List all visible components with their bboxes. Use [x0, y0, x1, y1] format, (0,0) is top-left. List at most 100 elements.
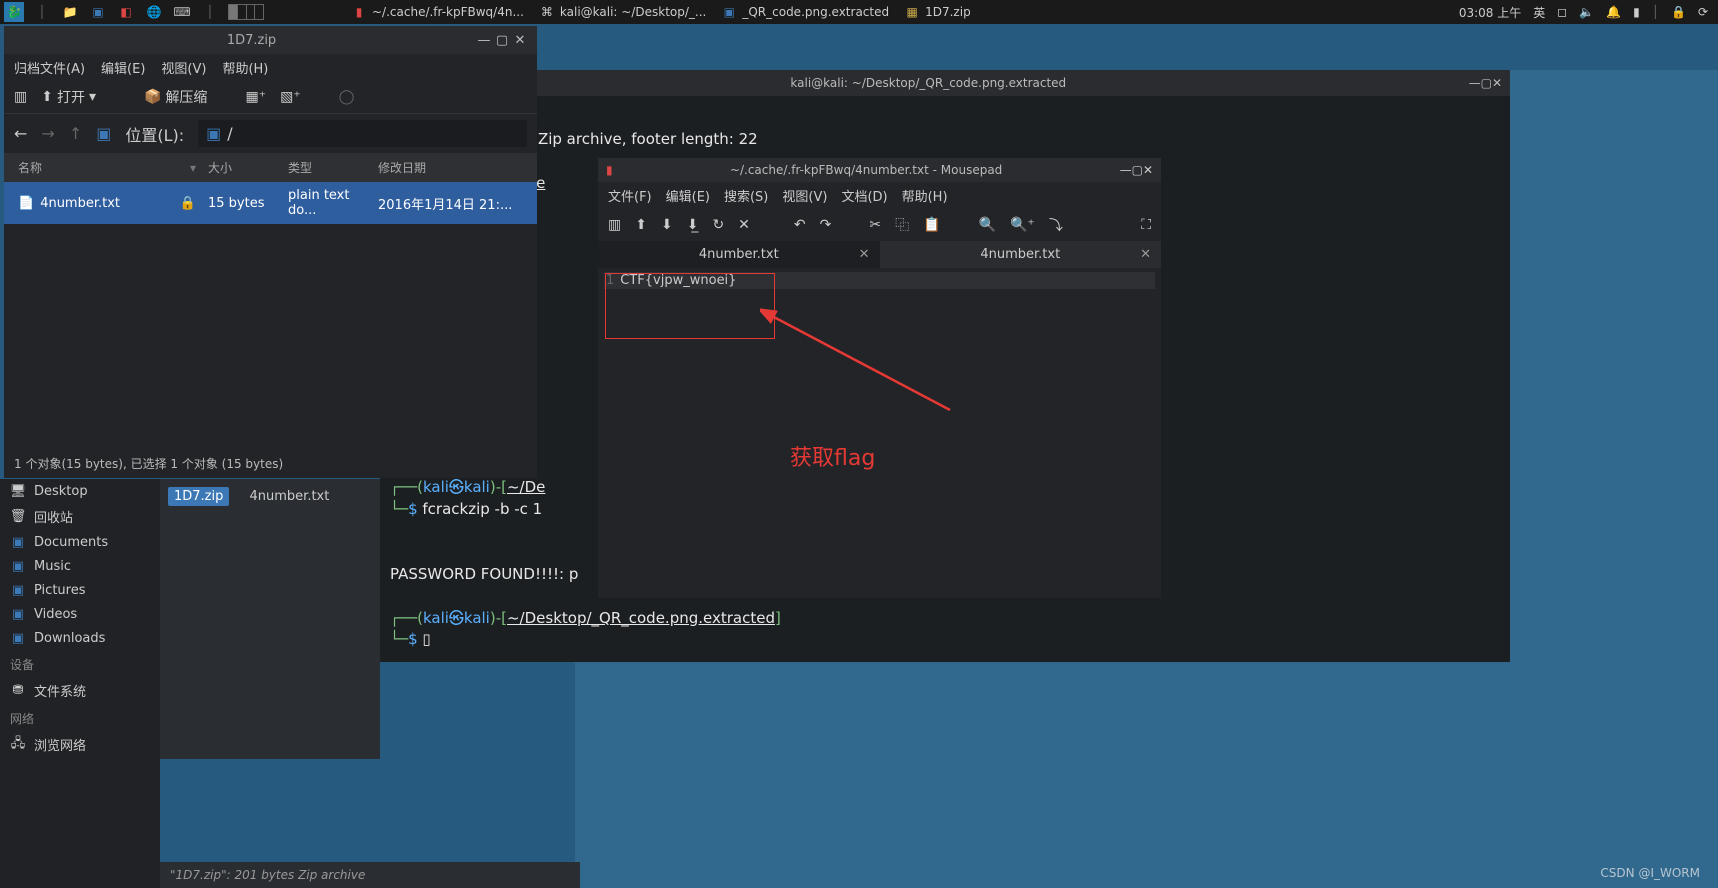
save-button[interactable]: ⬇ [661, 217, 673, 233]
terminal-help-menu[interactable]: 帮助 [380, 96, 1510, 123]
close-button[interactable]: ✕ [1143, 163, 1153, 177]
minimize-button[interactable]: — [475, 33, 493, 48]
tray-square-icon[interactable]: ◻ [1557, 5, 1567, 19]
sidebar-item-browse-network[interactable]: 🖧浏览网络 [0, 731, 160, 758]
menu-file[interactable]: 文件(F) [608, 186, 652, 205]
reload-button[interactable]: ↻ [712, 217, 724, 233]
folder-icon: ▣ [10, 582, 26, 598]
archive-mini-icon: ▦ [905, 5, 919, 19]
close-button[interactable]: ✕ [1492, 76, 1502, 90]
tab-4number-active[interactable]: 4number.txt✕ [598, 241, 880, 268]
col-size-header[interactable]: 大小 [202, 157, 282, 178]
up-button[interactable]: ↑ [69, 124, 82, 143]
home-button[interactable]: ▣ [96, 124, 111, 143]
sidebar-item-trash[interactable]: 🗑回收站 [0, 503, 160, 530]
col-name-header[interactable]: 名称▾ [12, 157, 202, 178]
maximize-button[interactable]: ▢ [493, 33, 511, 48]
task-archive[interactable]: ▦ 1D7.zip [897, 3, 979, 21]
undo-button[interactable]: ↶ [794, 217, 806, 233]
tray-lock-icon[interactable]: 🔒 [1671, 5, 1686, 19]
minimize-button[interactable]: — [1120, 163, 1132, 177]
location-input[interactable]: ▣/ [198, 120, 527, 147]
menu-archive[interactable]: 归档文件(A) [14, 58, 85, 77]
menu-view[interactable]: 视图(V) [782, 186, 827, 205]
disk-icon: ⛃ [10, 683, 26, 699]
sidebar-item-pictures[interactable]: ▣Pictures [0, 578, 160, 602]
new-file-button[interactable]: ▥ [608, 217, 621, 233]
mousepad-title: ~/.cache/.fr-kpFBwq/4number.txt - Mousep… [613, 163, 1120, 177]
close-button[interactable]: ✕ [511, 33, 529, 48]
new-archive-button[interactable]: ▥ [14, 89, 27, 105]
archive-row[interactable]: 📄4number.txt🔒 15 bytes plain text do... … [4, 182, 537, 224]
mousepad-editor[interactable]: 1CTF{vjpw_wnoei} [598, 268, 1161, 598]
filemanager-content[interactable]: 1D7.zip 4number.txt [160, 479, 380, 759]
browser-icon[interactable]: 🌐 [144, 2, 164, 22]
folder-icon[interactable]: ▣ [88, 2, 108, 22]
archive-columns: 名称▾ 大小 类型 修改日期 [4, 153, 537, 182]
terminal-titlebar[interactable]: kali@kali: ~/Desktop/_QR_code.png.extrac… [380, 70, 1510, 96]
folder-icon: ▣ [10, 534, 26, 550]
tab-close-icon[interactable]: ✕ [859, 247, 870, 262]
forward-button[interactable]: → [41, 124, 54, 143]
sidebar-item-documents[interactable]: ▣Documents [0, 530, 160, 554]
save-as-button[interactable]: ⬇̲ [687, 217, 699, 233]
tray-bell-icon[interactable]: 🔔 [1606, 5, 1621, 19]
col-type-header[interactable]: 类型 [282, 157, 372, 178]
archive-statusbar: 1 个对象(15 bytes), 已选择 1 个对象 (15 bytes) [4, 449, 537, 478]
paste-button[interactable]: 📋 [923, 217, 940, 233]
lock-icon: 🔒 [180, 196, 196, 211]
sidebar-item-desktop[interactable]: 🖥Desktop [0, 479, 160, 503]
tab-close-icon[interactable]: ✕ [1140, 247, 1151, 262]
sidebar-item-music[interactable]: ▣Music [0, 554, 160, 578]
sidebar-item-downloads[interactable]: ▣Downloads [0, 626, 160, 650]
task-folder[interactable]: ▣ _QR_code.png.extracted [714, 3, 897, 21]
goto-button[interactable]: ⤵ [1049, 215, 1063, 235]
find-button[interactable]: 🔍 [979, 217, 996, 233]
maximize-button[interactable]: ▢ [1481, 76, 1492, 90]
add-files-button[interactable]: ▦⁺ [245, 89, 266, 105]
menu-search[interactable]: 搜索(S) [724, 186, 768, 205]
sidebar-item-videos[interactable]: ▣Videos [0, 602, 160, 626]
archive-titlebar[interactable]: 1D7.zip — ▢ ✕ [4, 26, 537, 54]
terminal-icon[interactable]: ⌨ [172, 2, 192, 22]
kali-menu-icon[interactable]: 🐉 [4, 2, 24, 22]
tray-volume-icon[interactable]: 🔈 [1579, 5, 1594, 19]
mousepad-titlebar[interactable]: ▮ ~/.cache/.fr-kpFBwq/4number.txt - Mous… [598, 158, 1161, 182]
fullscreen-button[interactable]: ⛶ [1141, 217, 1151, 233]
close-file-button[interactable]: ✕ [738, 217, 750, 233]
maximize-button[interactable]: ▢ [1132, 163, 1143, 177]
menu-help[interactable]: 帮助(H) [902, 186, 948, 205]
menu-edit[interactable]: 编辑(E) [101, 58, 145, 77]
menu-help[interactable]: 帮助(H) [222, 58, 268, 77]
replace-button[interactable]: 🔍⁺ [1010, 217, 1035, 233]
editor-line-content: CTF{vjpw_wnoei} [620, 273, 736, 288]
mousepad-appicon: ▮ [606, 163, 613, 177]
menu-view[interactable]: 视图(V) [161, 58, 206, 77]
minimize-button[interactable]: — [1469, 76, 1481, 90]
files-icon[interactable]: 📁 [60, 2, 80, 22]
open-file-button[interactable]: ⬆ [635, 217, 647, 233]
archive-body-empty[interactable] [4, 224, 537, 449]
menu-document[interactable]: 文档(D) [841, 186, 887, 205]
task-terminal[interactable]: ⌘ kali@kali: ~/Desktop/_... [532, 3, 714, 21]
copy-button[interactable]: ⿻ [895, 215, 909, 235]
tab-4number-inactive[interactable]: 4number.txt✕ [880, 241, 1162, 268]
redo-button[interactable]: ↷ [820, 217, 832, 233]
tray-power-icon[interactable]: ⟳ [1698, 5, 1708, 19]
file-item-txt[interactable]: 4number.txt [250, 489, 330, 504]
open-archive-button[interactable]: ⬆ 打开 ▾ [41, 87, 96, 107]
back-button[interactable]: ← [14, 124, 27, 143]
sidebar-item-filesystem[interactable]: ⛃文件系统 [0, 677, 160, 704]
workspace-switcher[interactable] [228, 4, 264, 20]
file-chip-zip[interactable]: 1D7.zip [168, 487, 229, 506]
task-mousepad[interactable]: ▮ ~/.cache/.fr-kpFBwq/4n... [344, 3, 532, 21]
tray-battery-icon[interactable]: ▮ [1633, 5, 1640, 19]
cut-button[interactable]: ✂ [869, 217, 881, 233]
ime-indicator[interactable]: 英 [1533, 4, 1545, 21]
menu-edit[interactable]: 编辑(E) [666, 186, 710, 205]
stop-button[interactable]: ◯ [339, 89, 355, 105]
app-icon[interactable]: ◧ [116, 2, 136, 22]
add-folder-button[interactable]: ▧⁺ [280, 89, 301, 105]
col-date-header[interactable]: 修改日期 [372, 157, 529, 178]
extract-button[interactable]: 📦 解压缩 [144, 87, 207, 107]
